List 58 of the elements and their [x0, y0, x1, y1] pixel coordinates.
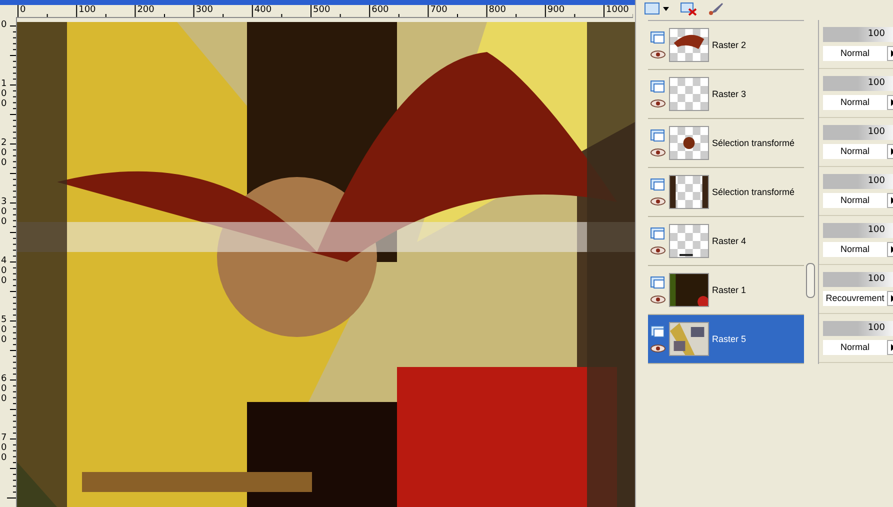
blend-mode-dropdown[interactable]: Normal [823, 95, 887, 110]
layer-icon [650, 129, 666, 142]
opacity-value: 100 [868, 322, 885, 335]
opacity-slider[interactable]: 100 [823, 321, 893, 336]
layer-name: Raster 1 [712, 285, 746, 295]
delete-layer-icon[interactable] [680, 2, 698, 16]
ruler-label: 700 [429, 4, 448, 15]
ruler-label: 300 [194, 4, 213, 15]
ruler-label: 800 [488, 4, 506, 15]
eye-icon[interactable] [650, 99, 666, 108]
opacity-value: 100 [868, 126, 885, 139]
new-layer-icon[interactable] [644, 2, 670, 16]
opacity-value: 100 [868, 224, 885, 237]
layer-icon [650, 178, 666, 191]
blend-mode-dropdown[interactable]: Normal [823, 340, 887, 355]
eye-icon[interactable] [650, 197, 666, 206]
ruler-label: 200 [136, 4, 154, 15]
scroll-handle[interactable] [806, 263, 815, 298]
ruler-label: 400 [253, 4, 272, 15]
eye-icon[interactable] [650, 246, 666, 255]
brush-icon[interactable] [708, 2, 724, 16]
layer-name: Raster 4 [712, 236, 746, 246]
layer-name: Sélection transformé [712, 187, 795, 197]
opacity-slider[interactable]: 100 [823, 272, 893, 287]
ruler-label: 1000 [605, 4, 629, 15]
eye-icon[interactable] [650, 344, 666, 353]
eye-icon[interactable] [650, 148, 666, 157]
layer-name: Raster 3 [712, 89, 746, 99]
ruler-label: 500 [312, 4, 330, 15]
blend-mode-dropdown[interactable]: Recouvrement [823, 291, 887, 306]
opacity-slider[interactable]: 100 [823, 76, 893, 91]
opacity-slider[interactable]: 100 [823, 223, 893, 238]
layer-name: Raster 5 [712, 334, 746, 344]
opacity-value: 100 [868, 28, 885, 41]
eye-icon[interactable] [650, 295, 666, 304]
layer-name: Raster 2 [712, 40, 746, 50]
opacity-slider[interactable]: 100 [823, 125, 893, 140]
opacity-slider[interactable]: 100 [823, 27, 893, 42]
blend-mode-dropdown[interactable]: Normal [823, 242, 887, 257]
layer-name: Sélection transformé [712, 138, 795, 148]
blend-mode-dropdown[interactable]: Normal [823, 193, 887, 208]
layer-row[interactable]: Raster 5 [648, 315, 804, 364]
layer-icon [650, 80, 666, 93]
ruler-label: 600 [370, 4, 389, 15]
layer-icon [650, 31, 666, 44]
layer-icon [650, 276, 666, 289]
ruler-label: 100 [78, 4, 96, 15]
ruler-label: 0 [19, 4, 26, 15]
layer-icon [650, 227, 666, 240]
eye-icon[interactable] [650, 50, 666, 59]
opacity-value: 100 [868, 175, 885, 188]
layer-icon [650, 325, 666, 338]
ruler-label: 900 [546, 4, 565, 15]
opacity-slider[interactable]: 100 [823, 174, 893, 189]
opacity-value: 100 [868, 273, 885, 286]
blend-mode-dropdown[interactable]: Normal [823, 144, 887, 159]
blend-mode-dropdown[interactable]: Normal [823, 46, 887, 61]
opacity-value: 100 [868, 77, 885, 90]
